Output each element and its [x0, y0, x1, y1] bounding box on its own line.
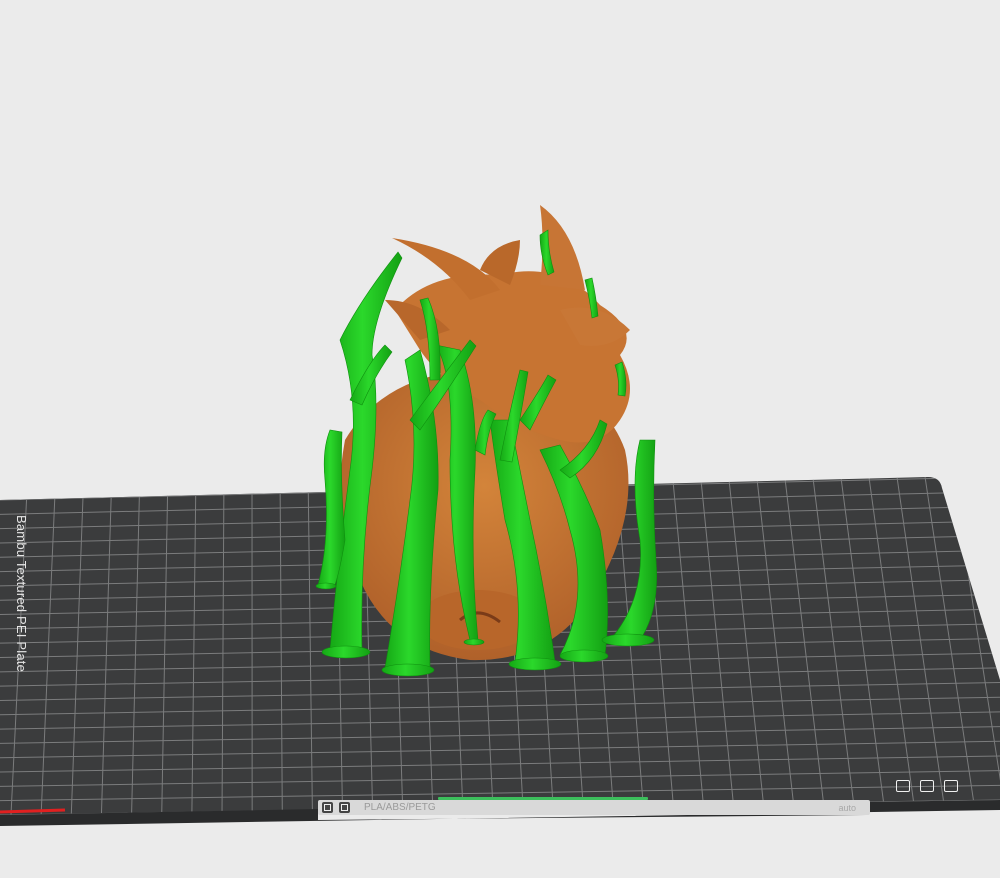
- x-axis-indicator: [0, 808, 66, 814]
- plate-highlight: [438, 797, 648, 800]
- plate-label: Bambu Textured PEI Plate: [14, 515, 29, 673]
- plate-tools: [896, 780, 958, 792]
- orient-icon[interactable]: [339, 802, 350, 813]
- settings-icon[interactable]: [920, 780, 934, 792]
- arrange-icon[interactable]: [322, 802, 333, 813]
- plate-toolbar: PLA/ABS/PETG auto: [318, 797, 870, 815]
- plate-type-name[interactable]: PLA/ABS/PETG: [364, 802, 436, 813]
- edit-icon[interactable]: [944, 780, 958, 792]
- lock-icon[interactable]: [896, 780, 910, 792]
- plate-status: auto: [838, 802, 856, 813]
- 3d-viewport[interactable]: [0, 0, 1000, 878]
